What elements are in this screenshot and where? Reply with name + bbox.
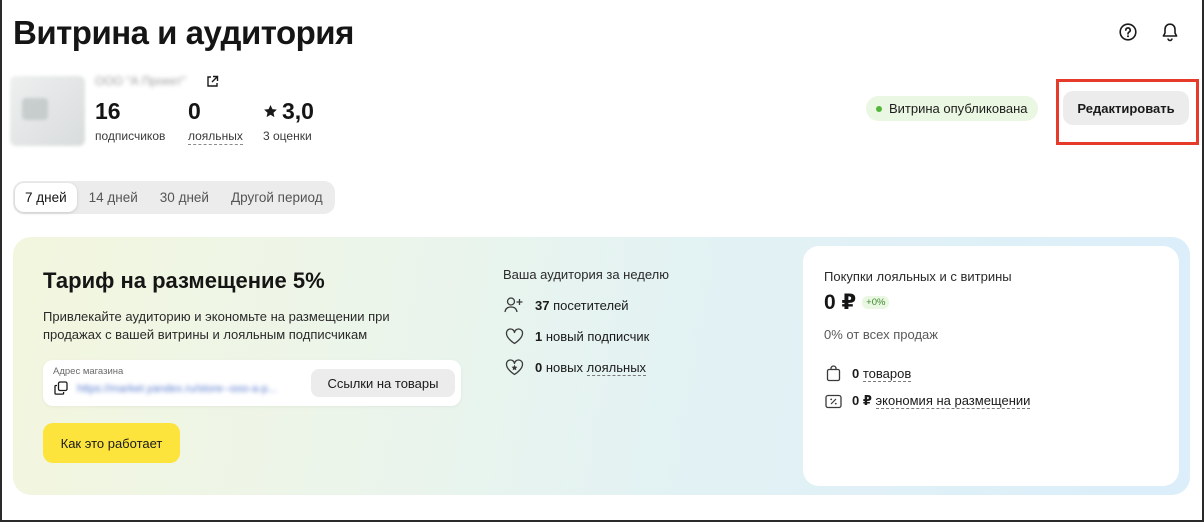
promo-description: Привлекайте аудиторию и экономьте на раз… [43, 309, 390, 342]
tab-14-days[interactable]: 14 дней [79, 183, 148, 212]
org-name: ООО "А Проект" [95, 74, 186, 88]
heart-icon [503, 326, 525, 346]
store-address-box: Адрес магазина https://market.yandex.ru/… [43, 360, 461, 406]
rating-stat: 3,0 3 оценки [263, 98, 314, 143]
new-loyal-count: 0 [535, 359, 543, 375]
page-title: Витрина и аудитория [13, 14, 354, 51]
new-loyal-label-prefix: новых [545, 359, 584, 375]
bell-icon[interactable] [1160, 22, 1180, 42]
help-icon[interactable] [1118, 22, 1138, 42]
copy-icon[interactable] [54, 381, 68, 395]
new-loyal-row: 0 новых лояльных [503, 357, 647, 377]
top-toolbar [1118, 22, 1180, 42]
goods-row: 0 товаров [824, 364, 912, 382]
store-logo [10, 76, 85, 146]
subscribers-stat: 16 подписчиков [95, 98, 165, 143]
store-address-url[interactable]: https://market.yandex.ru/store--ooo-a-p.… [77, 383, 302, 395]
heart-star-icon [503, 357, 525, 377]
sales-delta-badge: +0% [862, 296, 890, 309]
star-icon [264, 105, 277, 118]
new-subscribers-row: 1 новый подписчик [503, 326, 649, 346]
audience-title: Ваша аудитория за неделю [503, 267, 669, 282]
visitors-count: 37 [535, 297, 550, 313]
visitors-label: посетителей [553, 297, 629, 313]
discount-icon [824, 392, 842, 410]
savings-row: 0 ₽ экономия на размещении [824, 392, 1031, 410]
goods-label-link[interactable]: товаров [862, 365, 912, 382]
status-dot-icon [876, 105, 882, 112]
tab-7-days[interactable]: 7 дней [15, 183, 77, 212]
subscribers-label: подписчиков [95, 129, 166, 143]
promo-card: Тариф на размещение 5% Привлекайте аудит… [13, 237, 1190, 495]
promo-title: Тариф на размещение 5% [43, 268, 325, 293]
loyal-stat: 0 лояльных [188, 98, 243, 145]
tab-custom-period[interactable]: Другой период [221, 183, 333, 212]
new-subscribers-count: 1 [535, 328, 543, 344]
period-tabs: 7 дней 14 дней 30 дней Другой период [13, 181, 335, 214]
product-links-button[interactable]: Ссылки на товары [311, 369, 455, 397]
savings-value: 0 ₽ [852, 393, 872, 408]
rating-count-label: 3 оценки [263, 129, 312, 143]
status-badge: Витрина опубликована [866, 96, 1038, 121]
sales-amount: 0 ₽ [824, 291, 857, 314]
sales-title: Покупки лояльных и с витрины [824, 269, 1012, 284]
tab-30-days[interactable]: 30 дней [150, 183, 219, 212]
savings-label-link[interactable]: экономия на размещении [875, 393, 1031, 409]
goods-count: 0 [852, 365, 860, 381]
subscribers-count: 16 [95, 98, 121, 124]
loyal-count: 0 [188, 98, 201, 124]
sales-card: Покупки лояльных и с витрины 0 ₽ +0% 0% … [803, 246, 1179, 486]
sales-amount-row: 0 ₽ +0% [824, 290, 890, 315]
edit-button[interactable]: Редактировать [1063, 91, 1189, 125]
shopping-bag-icon [824, 364, 842, 382]
rating-value: 3,0 [282, 98, 314, 124]
visitors-row: 37 посетителей [503, 295, 629, 315]
new-loyal-label-link[interactable]: лояльных [586, 359, 647, 376]
status-label: Витрина опубликована [889, 101, 1028, 116]
add-person-icon [503, 295, 525, 315]
sales-share: 0% от всех продаж [824, 327, 938, 342]
new-subscribers-label: новый подписчик [545, 328, 650, 344]
how-it-works-button[interactable]: Как это работает [43, 423, 180, 463]
external-link-icon[interactable] [206, 75, 219, 88]
loyal-label-link[interactable]: лояльных [188, 129, 243, 145]
store-address-label: Адрес магазина [53, 366, 124, 377]
